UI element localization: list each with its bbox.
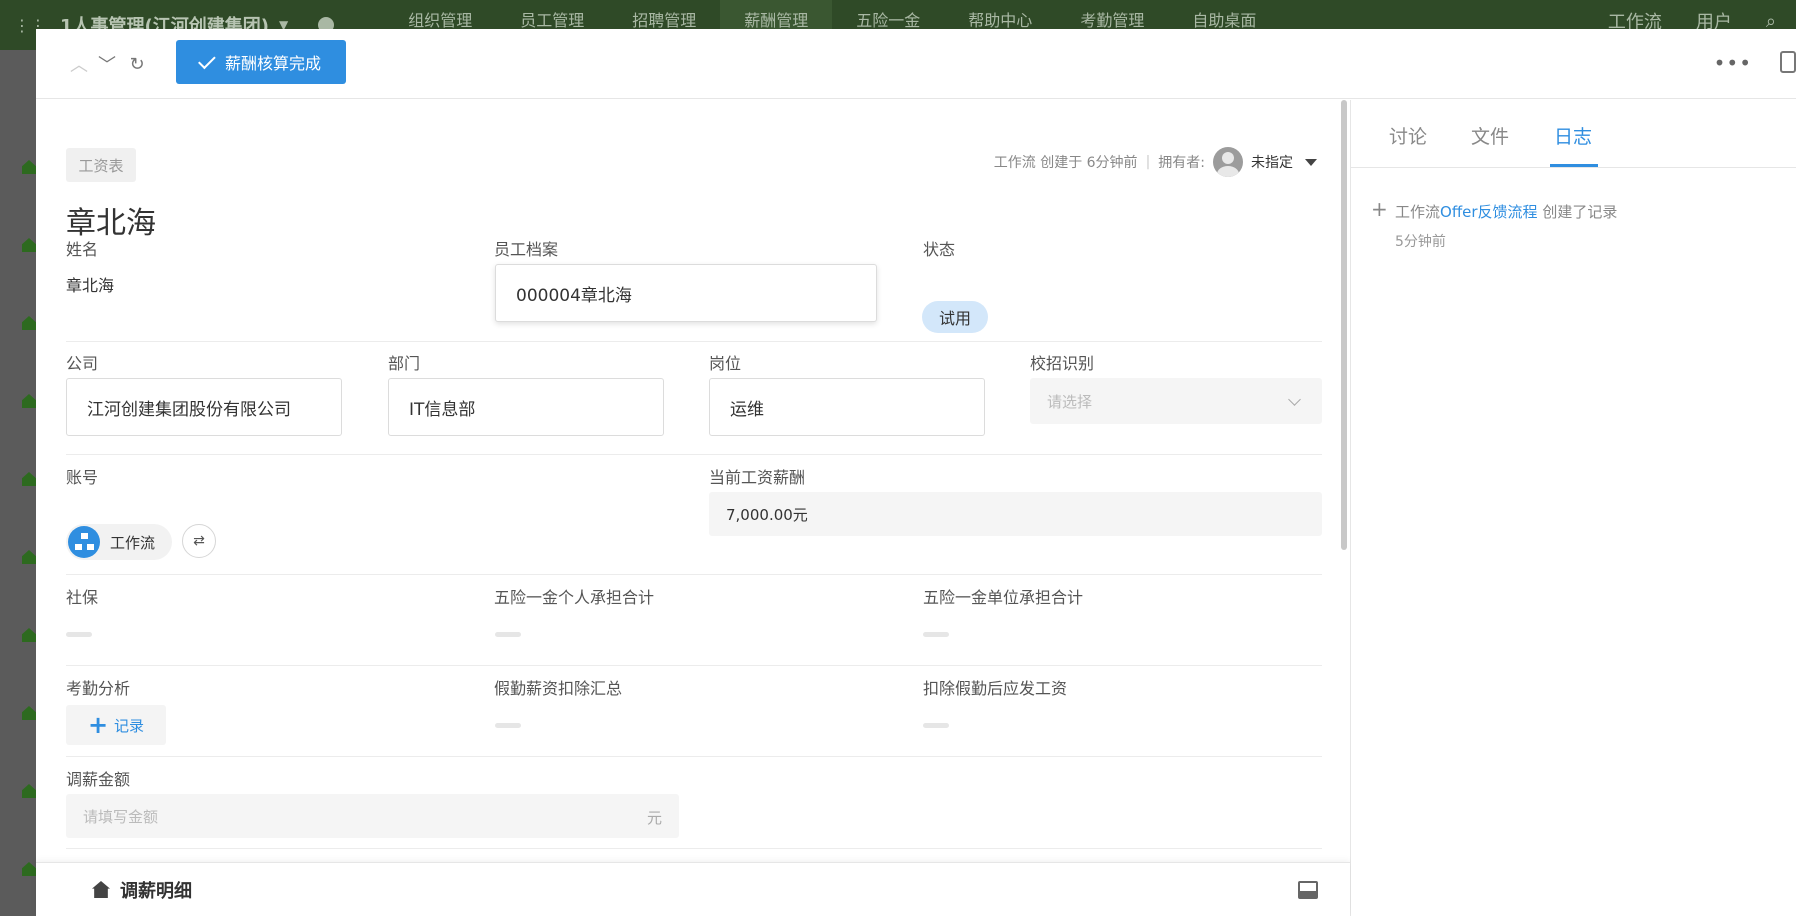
plus-icon: + [1371,197,1388,221]
home-icon [92,881,110,898]
salary-label: 当前工资薪酬 [709,468,806,487]
refresh-icon[interactable]: ↻ [126,53,148,75]
account-value: 工作流 [110,533,156,552]
divider [66,454,1322,455]
swap-icon[interactable]: ⇄ [182,524,216,558]
after-deduct-label: 扣除假勤后应发工资 [923,679,1068,698]
record-meta: 工作流 创建于 6分钟前 | 拥有者: 未指定 [994,146,1317,178]
log-time: 5分钟前 [1395,234,1446,250]
log-workflow-link[interactable]: Offer反馈流程 [1440,203,1538,221]
form-scrollbar[interactable] [1341,100,1347,550]
record-modal: ︿ ﹀ ↻ 薪酬核算完成 ••• 工资表 工作流 创建于 6分钟前 | 拥有者:… [36,29,1796,916]
add-record-button[interactable]: + 记录 [66,705,166,745]
profile-label: 员工档案 [494,240,559,259]
active-tab-indicator [1550,164,1598,167]
profile-field[interactable]: 000004章北海 [495,264,877,322]
campus-label: 校招识别 [1030,354,1095,373]
divider [66,574,1322,575]
name-value: 章北海 [66,276,115,295]
dept-field[interactable]: IT信息部 [388,378,664,436]
divider [66,756,1322,757]
profile-value: 000004章北海 [516,285,632,306]
tab-log[interactable]: 日志 [1554,122,1592,149]
more-icon[interactable]: ••• [1714,51,1752,75]
name-label: 姓名 [66,240,99,259]
salary-value: 7,000.00元 [726,505,808,524]
post-label: 岗位 [709,354,742,373]
log-suffix: 创建了记录 [1537,203,1618,221]
tab-files[interactable]: 文件 [1471,122,1509,149]
panel-toggle-icon[interactable] [1298,881,1318,899]
post-field[interactable]: 运维 [709,378,985,436]
campus-select[interactable]: 请选择 [1030,378,1322,424]
adjust-amount-input[interactable]: 请填写金额 元 [66,794,679,838]
home-icon [22,862,36,876]
log-prefix: 工作流 [1395,203,1441,221]
empty-value [923,632,949,637]
owner-dropdown-icon[interactable] [1305,158,1317,166]
worksheet-tag[interactable]: 工资表 [66,148,136,182]
payroll-done-button[interactable]: 薪酬核算完成 [176,40,346,84]
side-tabs: 讨论 文件 日志 [1351,100,1796,168]
modal-toolbar: ︿ ﹀ ↻ 薪酬核算完成 ••• [36,29,1796,99]
dept-label: 部门 [388,354,421,373]
check-icon [198,51,216,69]
chevron-down-icon[interactable]: ﹀ [96,53,118,76]
leave-deduct-label: 假勤薪资扣除汇总 [494,679,623,698]
home-icon [22,472,36,486]
tab-discussion[interactable]: 讨论 [1389,122,1427,149]
divider [66,341,1322,342]
workflow-icon [68,526,100,558]
divider [66,665,1322,666]
empty-value [495,632,521,637]
account-label: 账号 [66,468,99,487]
attendance-label: 考勤分析 [66,679,131,698]
home-icon [22,394,36,408]
company-label: 公司 [66,354,99,373]
empty-value [66,632,92,637]
home-icon [22,316,36,330]
side-panel: 讨论 文件 日志 + 工作流Offer反馈流程 创建了记录 5分钟前 [1351,100,1796,916]
company-value: 江河创建集团股份有限公司 [87,399,291,420]
chevron-up-icon[interactable]: ︿ [68,53,90,76]
campus-placeholder: 请选择 [1047,392,1093,411]
social-label: 社保 [66,588,99,607]
owner-name[interactable]: 未指定 [1251,152,1293,172]
payroll-done-label: 薪酬核算完成 [224,54,321,73]
bottom-section-title[interactable]: 调薪明细 [120,877,192,903]
adjust-label: 调薪金额 [66,770,131,789]
home-icon [22,628,36,642]
owner-avatar[interactable] [1213,147,1243,177]
record-form: 工资表 工作流 创建于 6分钟前 | 拥有者: 未指定 章北海 姓名 章北海 员… [36,100,1351,916]
adjust-placeholder: 请填写金额 [83,807,159,826]
log-entry: 工作流Offer反馈流程 创建了记录 [1395,201,1617,222]
home-icon [22,238,36,252]
chevron-down-icon [1288,393,1301,406]
status-badge[interactable]: 试用 [922,301,988,333]
add-record-label: 记录 [114,716,145,735]
bottom-section-bar: 调薪明细 [36,862,1350,916]
adjust-unit: 元 [646,809,662,827]
home-icon [22,160,36,174]
home-icon [22,784,36,798]
company-total-label: 五险一金单位承担合计 [923,588,1084,607]
created-info: 工作流 创建于 6分钟前 [993,155,1138,171]
personal-total-label: 五险一金个人承担合计 [494,588,655,607]
empty-value [923,723,949,728]
company-field[interactable]: 江河创建集团股份有限公司 [66,378,342,436]
meta-separator: | [1145,154,1151,170]
dept-value: IT信息部 [409,399,476,420]
account-chip[interactable]: 工作流 [66,524,172,560]
collapse-panel-icon[interactable] [1780,51,1796,73]
home-icon [22,706,36,720]
salary-field: 7,000.00元 [709,492,1322,536]
empty-value [495,723,521,728]
post-value: 运维 [730,399,764,420]
status-label: 状态 [923,240,956,259]
divider [66,848,1322,849]
background-sidebar [0,50,36,916]
owner-label: 拥有者: [1158,155,1205,171]
plus-icon: + [87,711,109,739]
home-icon [22,550,36,564]
